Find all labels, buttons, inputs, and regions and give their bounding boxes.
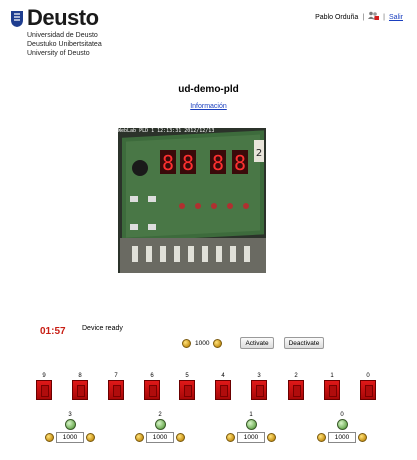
increase-knob-icon[interactable] xyxy=(176,433,185,442)
clock-decrease-knob-icon[interactable] xyxy=(182,338,191,348)
increase-knob-icon[interactable] xyxy=(86,433,95,442)
pulse-value[interactable]: 1000 xyxy=(146,432,174,443)
switch-label: 9 xyxy=(42,373,46,379)
logo-wordmark: Deusto xyxy=(27,5,99,30)
switch-toggle[interactable] xyxy=(108,380,124,400)
switch-toggle[interactable] xyxy=(36,380,52,400)
user-name: Pablo Orduña xyxy=(315,13,359,21)
increase-knob-icon[interactable] xyxy=(358,433,367,442)
webcam-feed: 8 8 8 8 2 WebLab PLD 1 12:13:31 2012/12/… xyxy=(118,128,266,273)
time-remaining: 01:57 xyxy=(40,326,66,337)
switch-label: 6 xyxy=(150,373,154,379)
activate-button[interactable]: Activate xyxy=(240,337,274,349)
led-group-2: 2 1000 xyxy=(130,411,190,443)
switch-0[interactable]: 0 xyxy=(357,372,379,400)
led-light-icon xyxy=(245,419,257,430)
info-link[interactable]: Información xyxy=(0,103,417,110)
switch-toggle[interactable] xyxy=(215,380,231,400)
decrease-knob-icon[interactable] xyxy=(226,433,235,442)
logout-link[interactable]: Salir xyxy=(389,13,403,23)
svg-text:8: 8 xyxy=(162,151,174,175)
switch-3[interactable]: 3 xyxy=(248,372,270,400)
led-light-icon xyxy=(336,419,348,430)
switch-4[interactable]: 4 xyxy=(212,372,234,400)
decrease-knob-icon[interactable] xyxy=(317,433,326,442)
user-bar: Pablo Orduña | | Salir xyxy=(315,11,417,24)
led-group-0: 0 1000 xyxy=(312,411,372,443)
switch-2[interactable]: 2 xyxy=(285,372,307,400)
led-label: 2 xyxy=(158,412,162,418)
switch-label: 0 xyxy=(366,373,370,379)
clock-value: 1000 xyxy=(195,339,210,347)
switch-7[interactable]: 7 xyxy=(105,372,127,400)
device-status: Device ready xyxy=(82,325,123,332)
switch-label: 7 xyxy=(114,373,118,379)
led-label: 1 xyxy=(249,412,253,418)
switch-label: 3 xyxy=(257,373,261,379)
users-logout-icon[interactable] xyxy=(368,11,380,24)
switch-label: 1 xyxy=(330,373,334,379)
switch-1[interactable]: 1 xyxy=(321,372,343,400)
svg-text:2: 2 xyxy=(256,148,262,159)
switch-5[interactable]: 5 xyxy=(176,372,198,400)
switch-toggle[interactable] xyxy=(288,380,304,400)
switch-6[interactable]: 6 xyxy=(141,372,163,400)
switch-toggle[interactable] xyxy=(251,380,267,400)
switch-8[interactable]: 8 xyxy=(69,372,91,400)
separator-2: | xyxy=(383,13,385,21)
separator: | xyxy=(362,13,365,21)
switch-toggle[interactable] xyxy=(324,380,340,400)
led-light-icon xyxy=(64,419,76,430)
pulse-value[interactable]: 1000 xyxy=(237,432,265,443)
increase-knob-icon[interactable] xyxy=(267,433,276,442)
university-name-en: University of Deusto xyxy=(27,50,90,57)
webcam-overlay-text: WebLab PLD 1 12:13:31 2012/12/13 xyxy=(118,128,215,134)
svg-text:8: 8 xyxy=(212,151,224,175)
switch-toggle[interactable] xyxy=(72,380,88,400)
pld-board-image: 8 8 8 8 2 xyxy=(118,128,266,273)
switch-label: 5 xyxy=(185,373,189,379)
switch-toggle[interactable] xyxy=(144,380,160,400)
deactivate-button[interactable]: Deactivate xyxy=(283,337,325,349)
switch-label: 4 xyxy=(221,373,225,379)
switch-label: 2 xyxy=(294,373,298,379)
deusto-logo-icon xyxy=(10,10,24,28)
experiment-title: ud-demo-pld xyxy=(178,84,239,95)
switch-toggle[interactable] xyxy=(179,380,195,400)
led-group-1: 1 1000 xyxy=(221,411,281,443)
svg-text:8: 8 xyxy=(234,151,246,175)
clock-controls: 1000 Activate Deactivate xyxy=(182,337,325,349)
university-name-eu: Deustuko Unibertsitatea xyxy=(27,41,102,48)
university-name-es: Universidad de Deusto xyxy=(27,32,98,39)
led-light-icon xyxy=(154,419,166,430)
switch-toggle[interactable] xyxy=(360,380,376,400)
pulse-value[interactable]: 1000 xyxy=(56,432,84,443)
pulse-value[interactable]: 1000 xyxy=(328,432,356,443)
decrease-knob-icon[interactable] xyxy=(45,433,54,442)
clock-increase-knob-icon[interactable] xyxy=(213,338,223,348)
switch-label: 8 xyxy=(78,373,82,379)
led-label: 0 xyxy=(340,412,344,418)
led-label: 3 xyxy=(68,412,72,418)
decrease-knob-icon[interactable] xyxy=(135,433,144,442)
led-group-3: 3 1000 xyxy=(40,411,100,443)
svg-text:8: 8 xyxy=(182,151,194,175)
switch-9[interactable]: 9 xyxy=(33,372,55,400)
